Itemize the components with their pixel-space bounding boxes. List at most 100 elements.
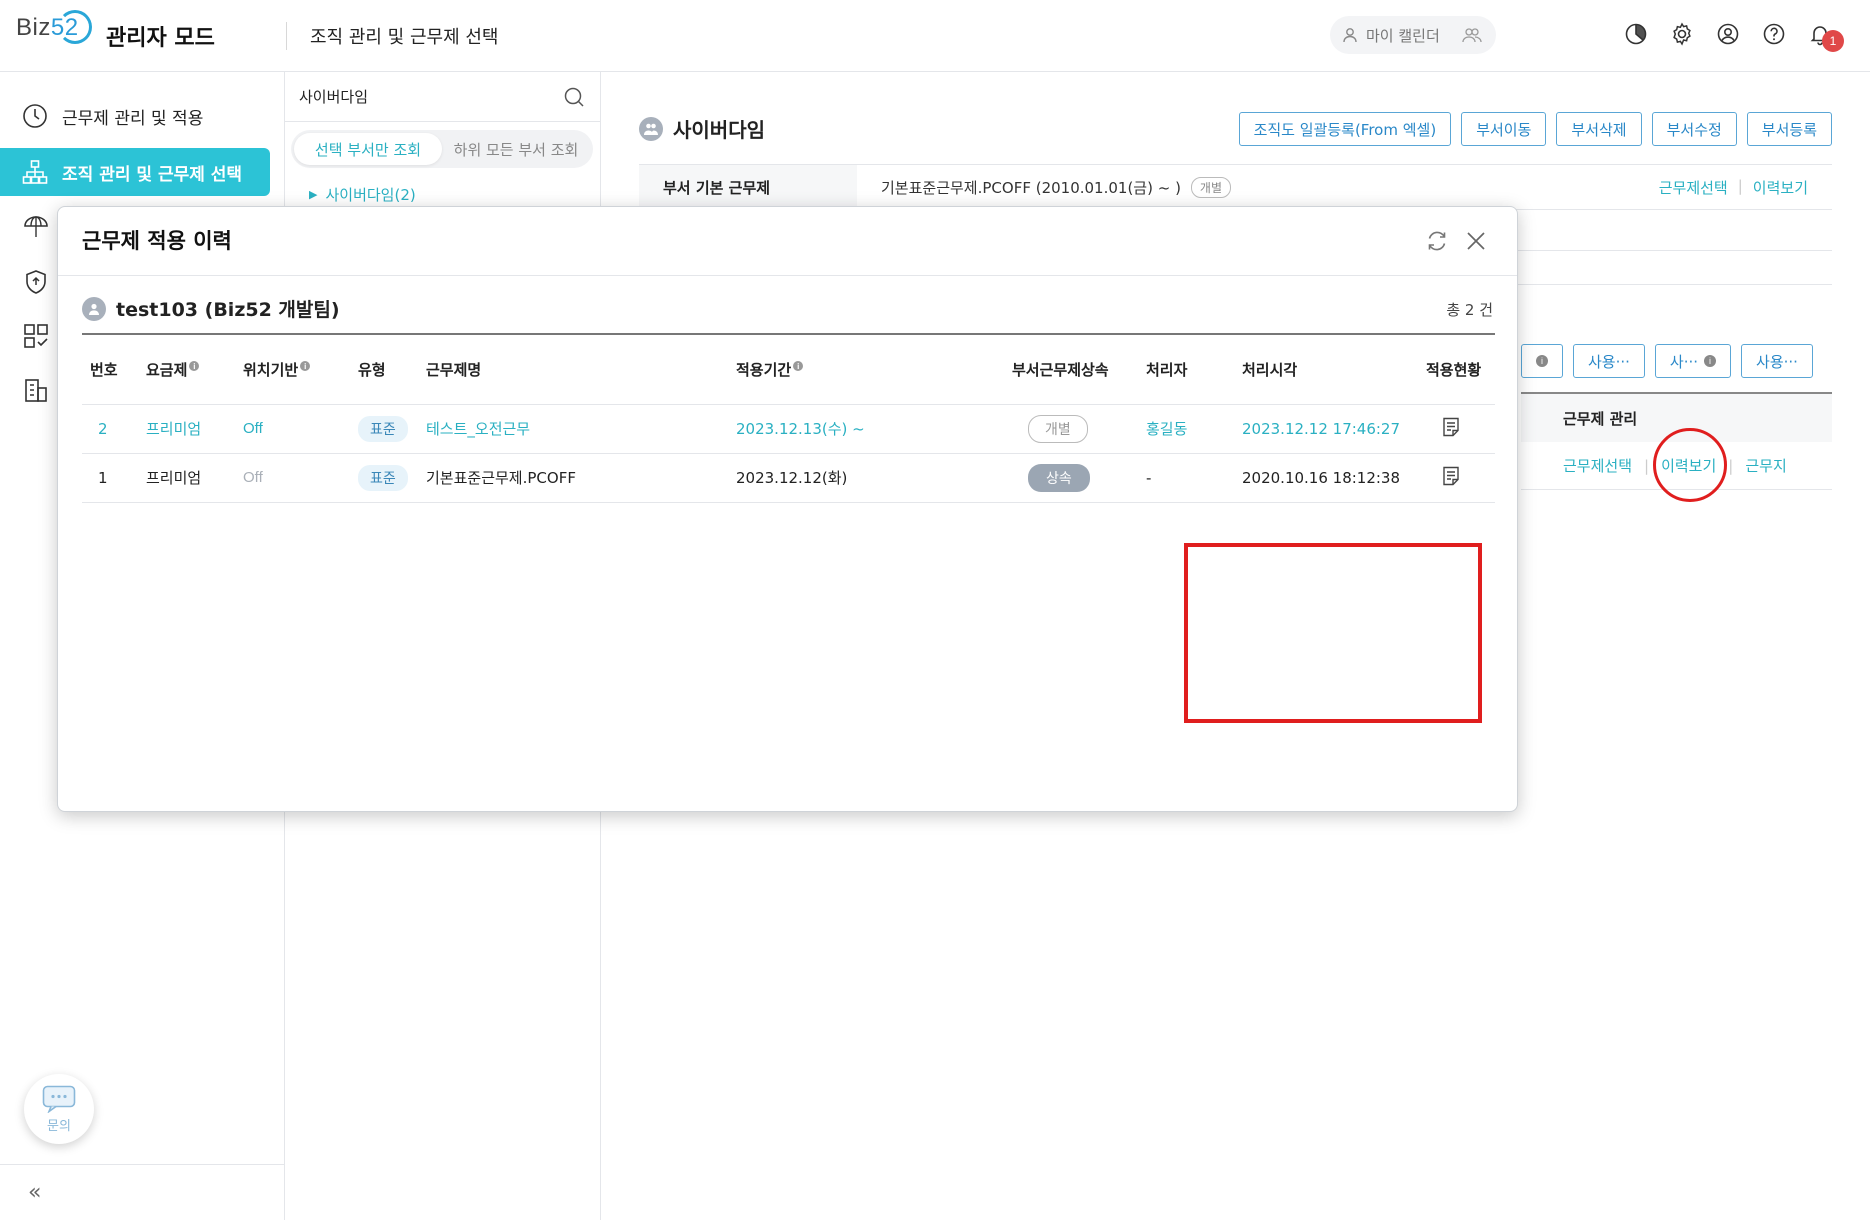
profile-icon[interactable] <box>1714 20 1742 48</box>
document-icon[interactable] <box>1442 417 1460 437</box>
cell-location: Off <box>235 404 350 454</box>
edit-dept-button[interactable]: 부서수정 <box>1651 112 1737 146</box>
cell-no: 1 <box>82 453 138 503</box>
filter-label: 사··· <box>1669 352 1699 371</box>
info-icon[interactable]: i <box>189 361 200 372</box>
total-count: 총 2 건 <box>1446 301 1493 319</box>
type-tag: 표준 <box>358 464 408 491</box>
tree-node-label: 사이버다임(2) <box>325 186 416 204</box>
table-row[interactable]: 1 프리미엄 Off 표준 기본표준근무제.PCOFF 2023.12.12(화… <box>82 453 1495 503</box>
row-view-history-link[interactable]: 이력보기 <box>1661 455 1716 476</box>
toggle-selected-dept[interactable]: 선택 부서만 조회 <box>294 133 442 165</box>
group-avatar-icon <box>639 116 663 141</box>
col-header-handler: 처리자 <box>1138 333 1234 405</box>
info-icon[interactable]: i <box>300 361 311 372</box>
history-user-name: test103 (Biz52 개발팀) <box>116 299 340 321</box>
toggle-all-subdepts[interactable]: 하위 모든 부서 조회 <box>442 133 590 165</box>
cell-period: 2023.12.13(수) ~ <box>728 404 1004 454</box>
row-select-work-link[interactable]: 근무제선택 <box>1563 455 1632 476</box>
user-avatar-icon <box>82 296 106 321</box>
pie-chart-icon[interactable] <box>1622 20 1650 48</box>
col-header-inherit: 부서근무제상속 <box>1004 333 1138 405</box>
cell-plan: 프리미엄 <box>138 404 235 454</box>
tree-node-root[interactable]: ▶ 사이버다임(2) <box>309 184 416 205</box>
org-chart-icon <box>22 160 48 184</box>
dept-default-work-row: 부서 기본 근무제 기본표준근무제.PCOFF (2010.01.01(금) ~… <box>639 164 1832 210</box>
app-header: Biz52 관리자 모드 조직 관리 및 근무제 선택 마이 캘린더 1 <box>0 0 1870 72</box>
nav-item-work-system[interactable]: 근무제 관리 및 적용 <box>0 92 270 140</box>
work-history-modal: 근무제 적용 이력 test103 (Biz52 개발팀) 총 2 건 번호 요… <box>57 206 1518 812</box>
col-header-type: 유형 <box>350 333 418 405</box>
delete-dept-button[interactable]: 부서삭제 <box>1556 112 1642 146</box>
org-action-buttons: 조직도 일괄등록(From 엑셀) 부서이동 부서삭제 부서수정 부서등록 <box>1238 112 1832 146</box>
org-name: 사이버다임 <box>673 118 765 142</box>
highlight-box-annotation <box>1184 543 1482 723</box>
cell-name[interactable]: 기본표준근무제.PCOFF <box>418 453 728 503</box>
inherit-chip: 상속 <box>1028 463 1090 492</box>
header-divider <box>286 22 287 50</box>
gear-icon[interactable] <box>1668 20 1696 48</box>
move-dept-button[interactable]: 부서이동 <box>1461 112 1547 146</box>
filter-button-usage-2[interactable]: 사··· i <box>1654 344 1732 378</box>
user-icon <box>1343 28 1357 43</box>
shield-icon[interactable] <box>22 268 50 296</box>
add-dept-button[interactable]: 부서등록 <box>1746 112 1832 146</box>
my-calendar-button[interactable]: 마이 캘린더 <box>1330 16 1496 54</box>
cell-handler: - <box>1138 453 1234 503</box>
close-icon[interactable] <box>1465 230 1487 252</box>
col-header-status: 적용현황 <box>1418 333 1495 405</box>
clock-icon <box>23 104 47 128</box>
cell-period: 2023.12.12(화) <box>728 453 1004 503</box>
cell-name[interactable]: 테스트_오전근무 <box>418 404 728 454</box>
cell-handler: 홍길동 <box>1138 404 1234 454</box>
inquiry-label: 문의 <box>47 1118 71 1134</box>
collapse-nav-button[interactable]: « <box>0 1164 285 1220</box>
cell-no: 2 <box>82 404 138 454</box>
document-icon[interactable] <box>1442 466 1460 486</box>
work-management-row: 근무제선택 | 이력보기 | 근무지 <box>1521 442 1832 490</box>
filter-button-usage-3[interactable]: 사용··· <box>1741 344 1813 378</box>
inherit-chip: 개별 <box>1028 414 1088 443</box>
chat-icon <box>42 1085 76 1113</box>
link-divider: | <box>1737 176 1743 195</box>
search-icon[interactable] <box>563 86 585 108</box>
view-history-link[interactable]: 이력보기 <box>1753 177 1808 198</box>
logo-ring-icon <box>58 10 92 44</box>
select-work-link[interactable]: 근무제선택 <box>1659 177 1728 198</box>
bell-icon[interactable]: 1 <box>1806 20 1844 52</box>
building-icon[interactable] <box>22 376 50 404</box>
info-icon: i <box>1536 355 1548 367</box>
filter-button-usage[interactable]: 사용··· <box>1573 344 1645 378</box>
modal-controls <box>1425 229 1487 253</box>
info-icon: i <box>1704 355 1717 367</box>
caret-right-icon[interactable]: ▶ <box>309 188 317 201</box>
umbrella-icon[interactable] <box>22 212 50 240</box>
table-row[interactable]: 2 프리미엄 Off 표준 테스트_오전근무 2023.12.13(수) ~ 개… <box>82 404 1495 454</box>
info-icon[interactable]: i <box>793 361 804 372</box>
cell-time: 2020.10.16 18:12:38 <box>1234 453 1418 503</box>
work-management-header: 근무제 관리 <box>1521 392 1832 442</box>
nav-item-label: 근무제 관리 및 적용 <box>62 108 204 129</box>
bulk-register-excel-button[interactable]: 조직도 일괄등록(From 엑셀) <box>1238 112 1452 146</box>
table-header-row: 번호 요금제 i 위치기반 i 유형 근무제명 적용기간 i 부서근무제상속 처리자 … <box>82 333 1495 405</box>
refresh-icon[interactable] <box>1425 229 1449 253</box>
tree-search-value: 사이버다임 <box>299 88 369 106</box>
filter-button-info[interactable]: i <box>1521 344 1563 378</box>
inquiry-button[interactable]: 문의 <box>24 1074 94 1144</box>
double-chevron-left-icon: « <box>28 1180 42 1205</box>
my-calendar-label: 마이 캘린더 <box>1366 26 1440 45</box>
org-title: 사이버다임 <box>639 114 765 143</box>
dept-default-work-value: 기본표준근무제.PCOFF (2010.01.01(금) ~ ) 개별 <box>857 176 1659 198</box>
nav-item-org-management[interactable]: 조직 관리 및 근무제 선택 <box>0 148 270 196</box>
dashboard-icon[interactable] <box>22 322 50 350</box>
users-icon[interactable] <box>1462 27 1482 43</box>
member-filter-buttons: i 사용··· 사··· i 사용··· <box>1521 344 1813 378</box>
col-header-time: 처리시각 <box>1234 333 1418 405</box>
modal-divider <box>58 275 1517 276</box>
help-icon[interactable] <box>1760 20 1788 48</box>
tree-search-bar[interactable]: 사이버다임 <box>285 72 601 122</box>
cell-location: Off <box>235 453 350 503</box>
header-icons: 1 <box>1622 20 1844 52</box>
individual-chip: 개별 <box>1190 176 1232 198</box>
row-work-location-link[interactable]: 근무지 <box>1745 455 1786 476</box>
